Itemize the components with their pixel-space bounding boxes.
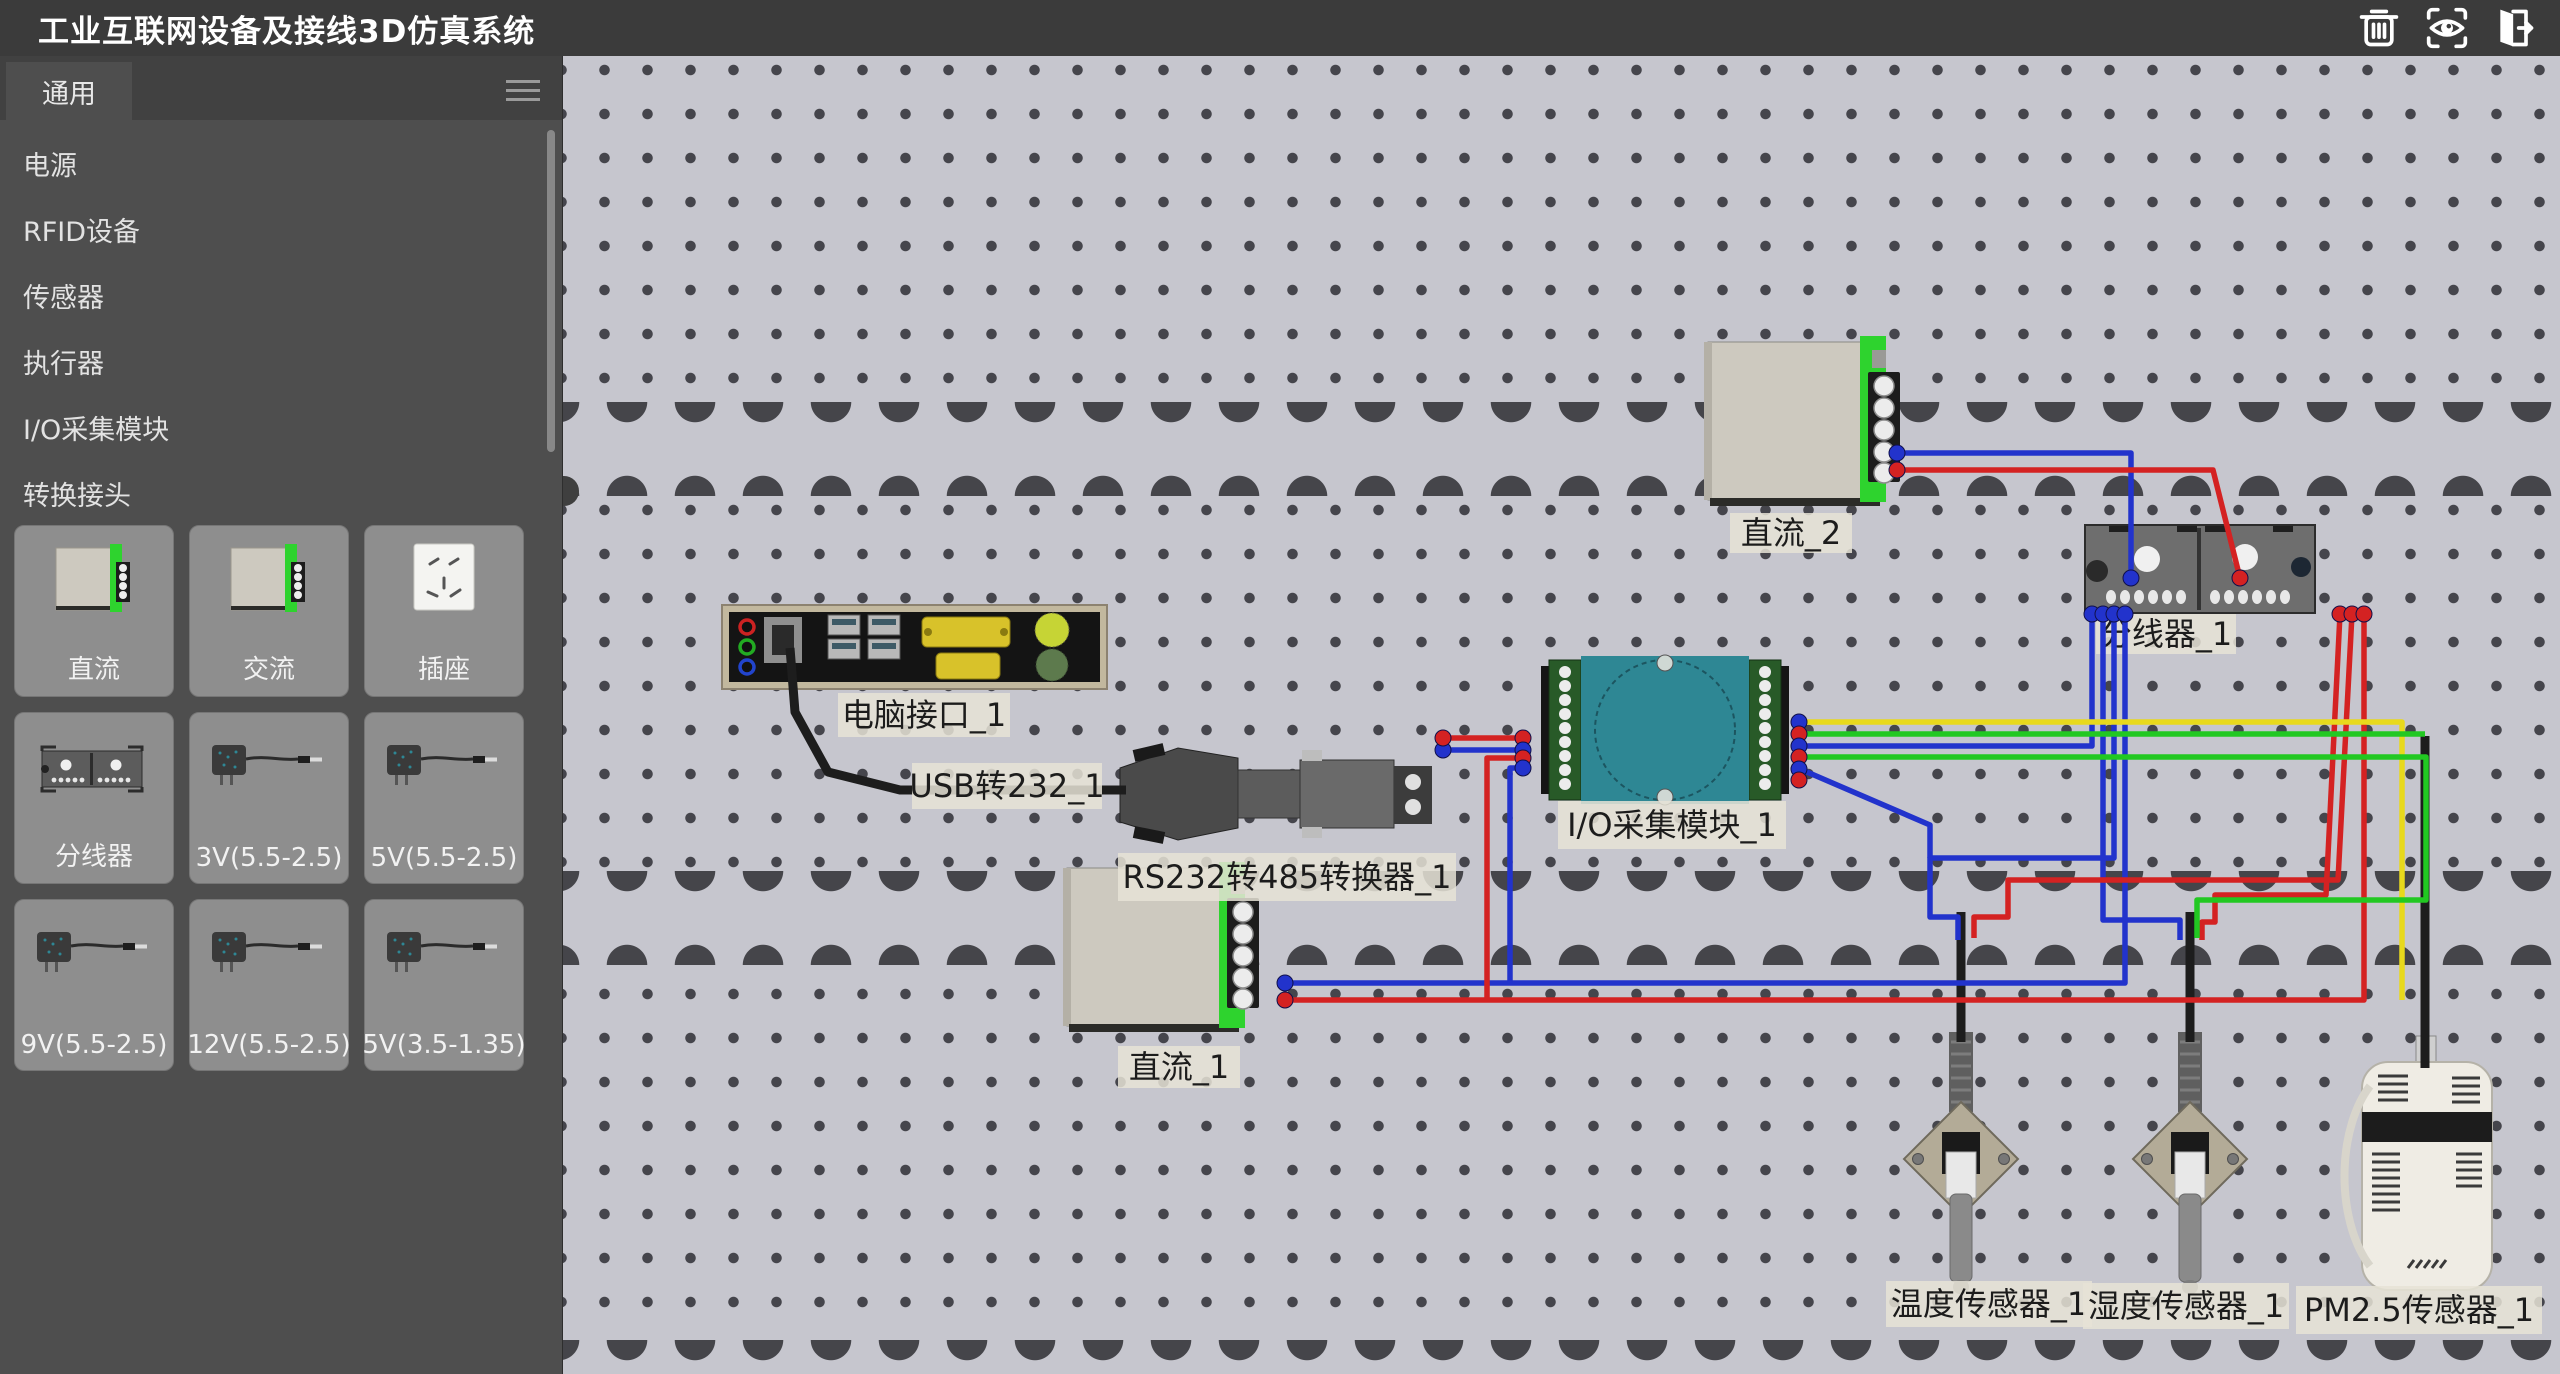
ac-thumbnail-icon	[190, 540, 348, 624]
wire-split-temp-pos[interactable]	[1974, 614, 2352, 938]
wire-terminal-dot[interactable]	[1889, 445, 1905, 461]
view-button[interactable]	[2420, 3, 2474, 53]
device-splitter1[interactable]	[2085, 525, 2315, 613]
trash-icon	[2356, 6, 2402, 50]
device-dc2[interactable]	[1704, 336, 1900, 506]
adapter-thumbnail-icon	[365, 727, 523, 811]
wire-split-io-neg[interactable]	[1800, 614, 2092, 746]
palette-item-label: 5V(3.5-1.35)	[362, 1030, 525, 1060]
menu-icon[interactable]	[506, 74, 540, 100]
tab-general[interactable]: 通用	[6, 62, 132, 120]
wire-terminal-dot[interactable]	[2356, 606, 2372, 622]
palette-item-label: 直流	[68, 649, 120, 686]
dc-thumbnail-icon	[15, 540, 173, 624]
label-io1: I/O采集模块_1	[1558, 801, 1786, 849]
svg-text:USB转232_1: USB转232_1	[909, 767, 1104, 805]
palette-item-adapter-5[interactable]: 5V(5.5-2.5)	[364, 712, 524, 884]
wire-terminal-dot[interactable]	[1277, 975, 1293, 991]
adapter-thumbnail-icon	[15, 914, 173, 998]
wire-dc1-io-neg[interactable]	[1510, 768, 1526, 983]
palette-item-adapter-7[interactable]: 12V(5.5-2.5)	[189, 899, 349, 1071]
exit-icon	[2492, 6, 2538, 50]
adapter-thumbnail-icon	[190, 727, 348, 811]
topbar: 工业互联网设备及接线3D仿真系统	[0, 0, 2560, 56]
canvas[interactable]: 直流_2 分线器_1 电脑接口_1 USB转232_1 RS232转485转换器…	[563, 56, 2560, 1374]
adapter-thumbnail-icon	[365, 914, 523, 998]
palette-item-label: 交流	[243, 649, 295, 686]
wire-dc1-io-pos[interactable]	[1487, 758, 1526, 1000]
palette-item-adapter-8[interactable]: 5V(3.5-1.35)	[364, 899, 524, 1071]
wire-split-hum-pos[interactable]	[2202, 614, 2340, 940]
tab-strip: 通用	[0, 56, 562, 120]
palette-item-splitter-3[interactable]: 分线器	[14, 712, 174, 884]
label-usb1: USB转232_1	[909, 763, 1104, 809]
svg-text:分线器_1: 分线器_1	[2100, 615, 2232, 653]
wire-terminal-dot[interactable]	[2123, 570, 2139, 586]
component-palette: 直流 交流 插座 分线器 3V(5.5-2.5) 5V(5.5-2.5)	[14, 525, 548, 1071]
wire-terminal-dot[interactable]	[1791, 772, 1807, 788]
svg-text:RS232转485转换器_1: RS232转485转换器_1	[1122, 858, 1451, 896]
wire-terminal-dot[interactable]	[2232, 570, 2248, 586]
label-temp1: 温度传感器_1	[1886, 1281, 2092, 1327]
palette-item-socket-2[interactable]: 插座	[364, 525, 524, 697]
label-dc2: 直流_2	[1730, 513, 1852, 553]
sidebar-category-3[interactable]: 执行器	[0, 332, 530, 398]
wire-terminal-dot[interactable]	[2117, 606, 2133, 622]
label-rs485: RS232转485转换器_1	[1118, 853, 1456, 901]
sidebar: 通用 电源RFID设备传感器执行器I/O采集模块转换接头 直流 交流 插座 分线…	[0, 56, 563, 1374]
palette-item-ac-1[interactable]: 交流	[189, 525, 349, 697]
eye-focus-icon	[2424, 6, 2470, 50]
scene-3d: 直流_2 分线器_1 电脑接口_1 USB转232_1 RS232转485转换器…	[563, 56, 2560, 1374]
palette-item-dc-0[interactable]: 直流	[14, 525, 174, 697]
palette-item-label: 插座	[418, 649, 470, 686]
sidebar-category-5[interactable]: 转换接头	[0, 464, 530, 530]
adapter-thumbnail-icon	[190, 914, 348, 998]
palette-item-label: 分线器	[55, 836, 133, 873]
palette-item-label: 3V(5.5-2.5)	[196, 843, 343, 873]
palette-item-adapter-6[interactable]: 9V(5.5-2.5)	[14, 899, 174, 1071]
label-hum1: 湿度传感器_1	[2083, 1283, 2289, 1329]
wire-terminal-dot[interactable]	[1515, 760, 1531, 776]
scrollbar[interactable]	[547, 130, 555, 452]
palette-item-label: 12V(5.5-2.5)	[187, 1030, 350, 1060]
sidebar-category-2[interactable]: 传感器	[0, 266, 530, 332]
wire-terminal-dot[interactable]	[1435, 730, 1451, 746]
device-temp1[interactable]	[1904, 1032, 2018, 1294]
palette-item-adapter-4[interactable]: 3V(5.5-2.5)	[189, 712, 349, 884]
wire-split-temp-neg[interactable]	[1930, 614, 2114, 940]
svg-text:PM2.5传感器_1: PM2.5传感器_1	[2304, 1291, 2534, 1329]
svg-text:直流_2: 直流_2	[1741, 514, 1841, 552]
wire-io-right-neg[interactable]	[1800, 769, 1930, 858]
device-pc1[interactable]	[722, 605, 1107, 689]
sidebar-category-4[interactable]: I/O采集模块	[0, 398, 530, 464]
splitter-thumbnail-icon	[15, 727, 173, 811]
sidebar-category-0[interactable]: 电源	[0, 134, 530, 200]
device-usb1[interactable]	[1120, 748, 1432, 840]
palette-item-label: 5V(5.5-2.5)	[371, 843, 518, 873]
sidebar-category-1[interactable]: RFID设备	[0, 200, 530, 266]
wire-terminal-dot[interactable]	[1277, 992, 1293, 1008]
svg-text:电脑接口_1: 电脑接口_1	[842, 696, 1006, 734]
svg-text:湿度传感器_1: 湿度传感器_1	[2088, 1287, 2284, 1325]
svg-text:直流_1: 直流_1	[1129, 1048, 1229, 1086]
wire-split-dc1-pos[interactable]	[1285, 614, 2364, 1000]
label-dc1: 直流_1	[1118, 1046, 1240, 1088]
category-menu: 电源RFID设备传感器执行器I/O采集模块转换接头	[0, 134, 530, 530]
delete-button[interactable]	[2352, 3, 2406, 53]
label-pc1: 电脑接口_1	[838, 693, 1010, 737]
label-pm25_1: PM2.5传感器_1	[2296, 1286, 2542, 1334]
device-hum1[interactable]	[2133, 1032, 2247, 1294]
wire-terminal-dot[interactable]	[1889, 462, 1905, 478]
svg-text:I/O采集模块_1: I/O采集模块_1	[1567, 806, 1777, 844]
device-io1[interactable]	[1541, 655, 1789, 805]
toolbar	[2352, 3, 2542, 53]
device-pm25_1[interactable]	[2344, 1036, 2492, 1290]
svg-text:温度传感器_1: 温度传感器_1	[1891, 1285, 2087, 1323]
exit-button[interactable]	[2488, 3, 2542, 53]
app-title: 工业互联网设备及接线3D仿真系统	[38, 6, 535, 51]
palette-item-label: 9V(5.5-2.5)	[21, 1030, 168, 1060]
socket-thumbnail-icon	[365, 540, 523, 624]
